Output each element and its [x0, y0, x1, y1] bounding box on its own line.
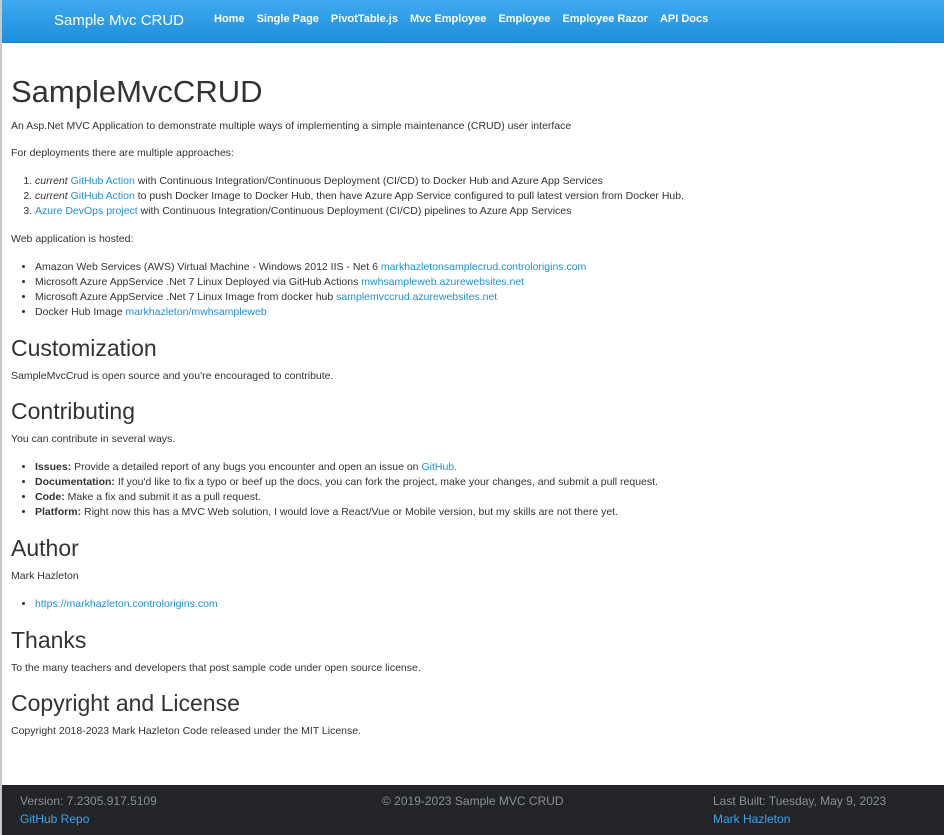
- code-label: Code:: [35, 491, 65, 503]
- last-built-text: Last Built: Tuesday, May 9, 2023: [713, 794, 887, 808]
- list-item: https://markhazleton.controlorigins.com: [35, 597, 911, 612]
- issues-label: Issues:: [35, 461, 72, 473]
- list-item: Amazon Web Services (AWS) Virtual Machin…: [35, 260, 911, 275]
- list-item-text: Amazon Web Services (AWS) Virtual Machin…: [35, 261, 381, 273]
- docker-hub-link[interactable]: markhazleton/mwhsampleweb: [125, 306, 266, 318]
- platform-label: Platform:: [35, 506, 82, 518]
- list-item-text: Docker Hub Image: [35, 306, 126, 318]
- hosted-list: Amazon Web Services (AWS) Virtual Machin…: [11, 260, 911, 320]
- aws-host-link[interactable]: markhazletonsamplecrud.controlorigins.co…: [381, 261, 586, 273]
- current-label: current: [35, 190, 68, 202]
- list-item: Azure DevOps project with Continuous Int…: [35, 204, 911, 219]
- github-action-link[interactable]: GitHub Action: [71, 190, 135, 202]
- deployments-heading: For deployments there are multiple appro…: [11, 147, 234, 159]
- navbar: Sample Mvc CRUD Home Single Page PivotTa…: [2, 0, 944, 43]
- footer: Version: 7.2305.917.5109 GitHub Repo © 2…: [2, 785, 944, 835]
- navbar-brand[interactable]: Sample Mvc CRUD: [54, 12, 184, 29]
- nav-pivottable[interactable]: PivotTable.js: [331, 13, 398, 25]
- nav-links: Home Single Page PivotTable.js Mvc Emplo…: [214, 13, 720, 25]
- list-item-text: Microsoft Azure AppService .Net 7 Linux …: [35, 291, 337, 303]
- documentation-label: Documentation:: [35, 476, 115, 488]
- list-item: Platform: Right now this has a MVC Web s…: [35, 505, 911, 520]
- footer-author-link[interactable]: Mark Hazleton: [713, 812, 886, 826]
- intro-text: An Asp.Net MVC Application to demonstrat…: [11, 120, 572, 132]
- list-item-text: to push Docker Image to Docker Hub, then…: [134, 190, 685, 202]
- license-text: Copyright 2018-2023 Mark Hazleton Code r…: [11, 725, 362, 737]
- thanks-title: Thanks: [11, 627, 87, 653]
- hosted-heading: Web application is hosted:: [11, 233, 134, 245]
- current-label: current: [35, 175, 68, 187]
- license-title: Copyright and License: [11, 690, 240, 716]
- list-item-text: Make a fix and submit it as a pull reque…: [64, 491, 261, 503]
- contributing-list: Issues: Provide a detailed report of any…: [11, 460, 911, 520]
- list-item: Documentation: If you'd like to fix a ty…: [35, 475, 911, 490]
- nav-employee[interactable]: Employee: [498, 13, 550, 25]
- list-item: Code: Make a fix and submit it as a pull…: [35, 490, 911, 505]
- deployments-list: current GitHub Action with Continuous In…: [11, 174, 911, 219]
- list-item: Microsoft Azure AppService .Net 7 Linux …: [35, 290, 911, 305]
- thanks-text: To the many teachers and developers that…: [11, 662, 421, 674]
- nav-api-docs[interactable]: API Docs: [660, 13, 708, 25]
- footer-copyright: © 2019-2023 Sample MVC CRUD: [382, 794, 564, 808]
- footer-right: Last Built: Tuesday, May 9, 2023 Mark Ha…: [713, 794, 886, 826]
- list-item: current GitHub Action with Continuous In…: [35, 174, 911, 189]
- github-repo-link[interactable]: GitHub Repo: [20, 812, 157, 826]
- list-item-text: If you'd like to fix a typo or beef up t…: [114, 476, 658, 488]
- page-title: SampleMvcCRUD: [11, 74, 263, 109]
- list-item: Docker Hub Image markhazleton/mwhsamplew…: [35, 305, 911, 320]
- azure-actions-host-link[interactable]: mwhsampleweb.azurewebsites.net: [361, 276, 524, 288]
- author-name: Mark Hazleton: [11, 570, 79, 582]
- azure-docker-host-link[interactable]: samplemvccrud.azurewebsites.net: [336, 291, 497, 303]
- nav-home[interactable]: Home: [214, 13, 245, 25]
- main-content: SampleMvcCRUD An Asp.Net MVC Application…: [11, 72, 911, 752]
- github-issues-link[interactable]: GitHub.: [421, 461, 457, 473]
- customization-title: Customization: [11, 335, 157, 361]
- nav-employee-razor[interactable]: Employee Razor: [562, 13, 648, 25]
- list-item-text: with Continuous Integration/Continuous D…: [137, 205, 572, 217]
- nav-single-page[interactable]: Single Page: [257, 13, 319, 25]
- footer-left: Version: 7.2305.917.5109 GitHub Repo: [20, 794, 157, 826]
- nav-mvc-employee[interactable]: Mvc Employee: [410, 13, 486, 25]
- list-item-text: with Continuous Integration/Continuous D…: [134, 175, 603, 187]
- author-website-link[interactable]: https://markhazleton.controlorigins.com: [35, 598, 218, 610]
- author-title: Author: [11, 535, 79, 561]
- github-action-link[interactable]: GitHub Action: [71, 175, 135, 187]
- list-item-text: Right now this has a MVC Web solution, I…: [81, 506, 619, 518]
- list-item: current GitHub Action to push Docker Ima…: [35, 189, 911, 204]
- contributing-text: You can contribute in several ways.: [11, 433, 176, 445]
- list-item: Issues: Provide a detailed report of any…: [35, 460, 911, 475]
- contributing-title: Contributing: [11, 398, 136, 424]
- list-item: Microsoft Azure AppService .Net 7 Linux …: [35, 275, 911, 290]
- list-item-text: Provide a detailed report of any bugs yo…: [71, 461, 422, 473]
- list-item-text: Microsoft Azure AppService .Net 7 Linux …: [35, 276, 362, 288]
- azure-devops-link[interactable]: Azure DevOps project: [35, 205, 138, 217]
- version-text: Version: 7.2305.917.5109: [20, 794, 157, 808]
- customization-text: SampleMvcCrud is open source and you're …: [11, 370, 334, 382]
- author-list: https://markhazleton.controlorigins.com: [11, 597, 911, 612]
